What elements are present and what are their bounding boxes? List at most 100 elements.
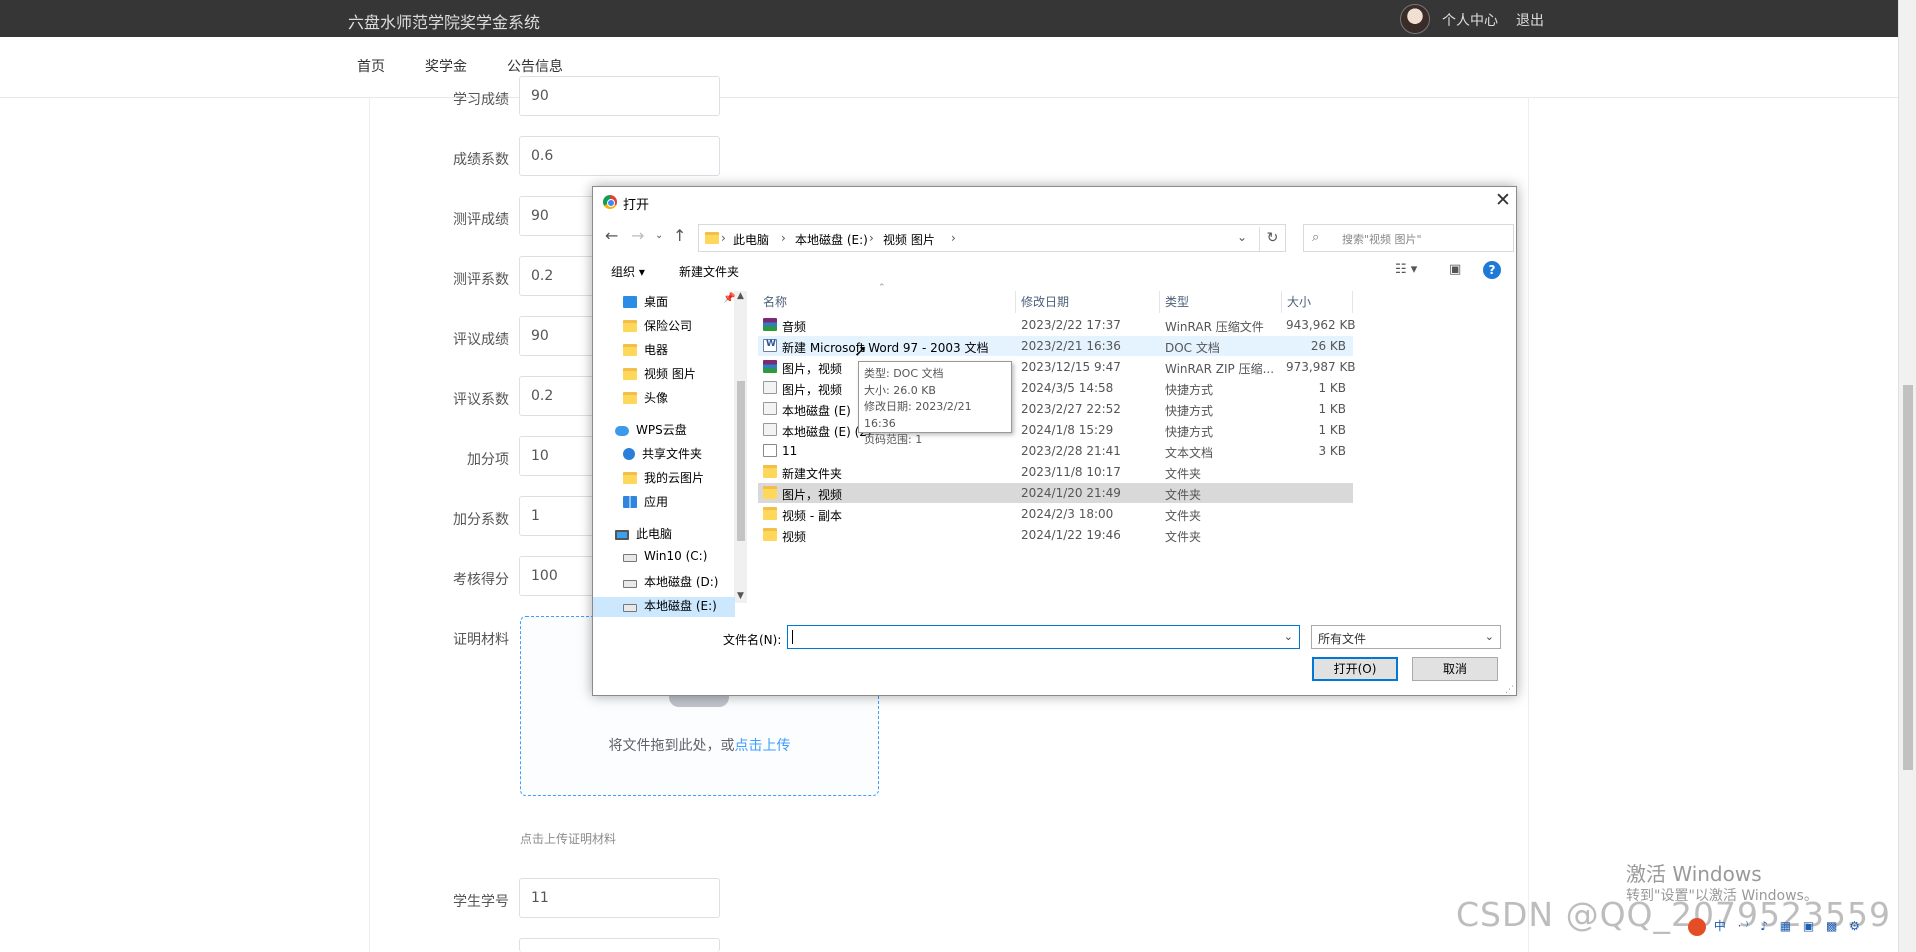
file-row[interactable]: 11 2023/2/28 21:41 文本文档 3 KB (758, 441, 1353, 461)
upload-link[interactable]: 点击上传 (735, 738, 791, 754)
file-row-selected[interactable]: 图片，视频 2024/1/20 21:49 文件夹 (758, 483, 1353, 503)
breadcrumb-pc[interactable]: 此电脑 (733, 231, 769, 248)
file-row[interactable]: 视频 - 副本 2024/2/3 18:00 文件夹 (758, 504, 1353, 524)
recent-dropdown-icon[interactable]: ⌄ (655, 230, 663, 241)
scrollbar-thumb[interactable] (1903, 385, 1913, 770)
file-type: 快捷方式 (1165, 404, 1214, 418)
top-bar: 六盘水师范学院奖学金系统 个人中心 退出 (0, 0, 1898, 37)
tree-item-drive-d[interactable]: 本地磁盘 (D:) (623, 573, 718, 590)
tree-item-drive-e[interactable]: 本地磁盘 (E:) (623, 597, 717, 614)
file-name: 视频 (782, 530, 807, 544)
tree-item-avatar[interactable]: 头像 (623, 389, 668, 406)
tree-item-cloud-photos[interactable]: 我的云图片 (623, 469, 704, 486)
breadcrumb-folder[interactable]: 视频 图片 (883, 231, 935, 248)
tree-item-wps-cloud[interactable]: WPS云盘 (615, 421, 687, 438)
file-date: 2023/2/28 21:41 (1021, 444, 1121, 458)
column-header-size[interactable]: 大小 (1282, 291, 1353, 313)
column-header-type[interactable]: 类型 (1160, 291, 1282, 313)
file-row[interactable]: 视频 2024/1/22 19:46 文件夹 (758, 525, 1353, 545)
profile-link[interactable]: 个人中心 (1442, 10, 1498, 30)
preview-pane-icon[interactable]: ▣ (1449, 262, 1461, 277)
address-row: ← → ⌄ ↑ › 此电脑 › 本地磁盘 (E:) › 视频 图片 › ⌄ ↻ … (593, 219, 1516, 253)
next-input[interactable] (519, 938, 720, 952)
tree-item-appliances[interactable]: 电器 (623, 341, 668, 358)
student-id-input[interactable]: 11 (519, 878, 720, 918)
chevron-down-icon: ⌄ (1484, 630, 1494, 643)
nav-pane-scrollbar[interactable]: ▲ ▼ (735, 291, 747, 603)
close-icon[interactable]: ✕ (1495, 189, 1511, 211)
search-icon: ⌕ (1312, 230, 1320, 245)
resize-grip-icon[interactable]: ⋰ (1505, 685, 1514, 695)
file-name: 音频 (782, 320, 807, 334)
tree-item-desktop[interactable]: 桌面 📌 (623, 293, 735, 310)
system-tray[interactable]: 中 ·⁾ ♪ ▦ ▣ ▩ ⚙ (1688, 917, 1864, 936)
new-folder-button[interactable]: 新建文件夹 (679, 263, 739, 280)
tree-item-shared[interactable]: 共享文件夹 (623, 445, 702, 462)
form-label: 成绩系数 (453, 152, 509, 168)
tree-item-this-pc[interactable]: 此电脑 (615, 525, 672, 542)
study-score-input[interactable]: 90 (519, 76, 720, 116)
file-row[interactable]: 新建 Microsoft Word 97 - 2003 文档 2023/2/21… (758, 336, 1353, 356)
column-header-name[interactable]: 名称 (758, 291, 1016, 313)
up-arrow-icon[interactable]: ↑ (673, 226, 686, 245)
scrollbar-thumb[interactable] (737, 381, 745, 541)
help-icon[interactable]: ? (1483, 261, 1501, 279)
tree-label: 本地磁盘 (E:) (644, 599, 717, 613)
view-options-icon[interactable]: ☷ ▾ (1395, 262, 1417, 277)
file-row[interactable]: 图片，视频 2024/3/5 14:58 快捷方式 1 KB (758, 378, 1353, 398)
nav-announcements[interactable]: 公告信息 (507, 56, 563, 76)
refresh-icon[interactable]: ↻ (1259, 227, 1285, 251)
chevron-down-icon[interactable]: ⌄ (1237, 230, 1247, 244)
file-name: 图片，视频 (782, 362, 843, 376)
chevron-down-icon[interactable]: ⌄ (1284, 630, 1293, 643)
tooltip-line: 大小: 26.0 KB (864, 383, 936, 397)
tray-icons[interactable]: 中 ·⁾ ♪ ▦ ▣ ▩ ⚙ (1714, 919, 1864, 933)
cloud-icon (615, 426, 629, 436)
dialog-titlebar[interactable]: 打开 ✕ (593, 187, 1516, 217)
avatar[interactable] (1400, 4, 1430, 34)
page-scrollbar[interactable] (1898, 0, 1916, 952)
tree-label: 共享文件夹 (642, 447, 703, 461)
tree-label: 保险公司 (644, 319, 693, 333)
drive-icon (623, 554, 637, 562)
activation-watermark: 激活 Windows (1626, 862, 1762, 886)
nav-scholarship[interactable]: 奖学金 (425, 56, 467, 76)
tree-item-video-photos[interactable]: 视频 图片 (623, 365, 696, 382)
file-size: 26 KB (1310, 339, 1346, 353)
form-label: 评议成绩 (453, 332, 509, 348)
file-row[interactable]: 本地磁盘 (E) 2023/2/27 22:52 快捷方式 1 KB (758, 399, 1353, 419)
score-coef-input[interactable]: 0.6 (519, 136, 720, 176)
address-bar[interactable]: › 此电脑 › 本地磁盘 (E:) › 视频 图片 › ⌄ ↻ (698, 224, 1286, 252)
file-row[interactable]: 本地磁盘 (E) (2) 2024/1/8 15:29 快捷方式 1 KB (758, 420, 1353, 440)
ime-icon[interactable] (1688, 917, 1706, 936)
tree-item-insurance[interactable]: 保险公司 (623, 317, 692, 334)
scroll-down-icon[interactable]: ▼ (737, 591, 744, 601)
search-field[interactable]: ⌕ 搜索"视频 图片" (1303, 224, 1514, 252)
file-open-dialog: 打开 ✕ ← → ⌄ ↑ › 此电脑 › 本地磁盘 (E:) › 视频 图片 ›… (592, 186, 1517, 696)
scroll-up-icon[interactable]: ▲ (737, 291, 744, 301)
back-arrow-icon[interactable]: ← (605, 226, 618, 245)
tree-item-apps[interactable]: 应用 (623, 493, 668, 510)
main-nav: 首页 奖学金 公告信息 (0, 37, 1898, 98)
column-header-date[interactable]: 修改日期 (1016, 291, 1160, 313)
file-date: 2023/11/8 10:17 (1021, 465, 1121, 479)
file-row[interactable]: 新建文件夹 2023/11/8 10:17 文件夹 (758, 462, 1353, 482)
file-size: 3 KB (1318, 444, 1346, 458)
logout-link[interactable]: 退出 (1516, 10, 1544, 30)
tree-label: Win10 (C:) (644, 549, 708, 563)
nav-home[interactable]: 首页 (357, 56, 385, 76)
navigation-pane: 桌面 📌 保险公司 电器 视频 图片 头像 WPS云盘 共享文件夹 我的云图片 应… (593, 291, 735, 617)
file-row[interactable]: 图片，视频 2023/12/15 9:47 WinRAR ZIP 压缩... 9… (758, 357, 1356, 377)
tree-label: 头像 (644, 391, 669, 405)
tree-item-drive-c[interactable]: Win10 (C:) (623, 549, 707, 563)
open-button[interactable]: 打开(O) (1312, 657, 1398, 681)
rar-icon (763, 360, 777, 373)
breadcrumb-drive[interactable]: 本地磁盘 (E:) (795, 231, 868, 248)
organize-menu[interactable]: 组织 ▾ (611, 263, 645, 280)
forward-arrow-icon[interactable]: → (631, 226, 644, 245)
file-row[interactable]: 音频 2023/2/22 17:37 WinRAR 压缩文件 943,962 K… (758, 315, 1356, 335)
filetype-select[interactable]: 所有文件 ⌄ (1311, 625, 1501, 649)
filename-input[interactable]: ⌄ (787, 625, 1300, 649)
cancel-button[interactable]: 取消 (1412, 657, 1498, 681)
filetype-value: 所有文件 (1318, 632, 1367, 646)
